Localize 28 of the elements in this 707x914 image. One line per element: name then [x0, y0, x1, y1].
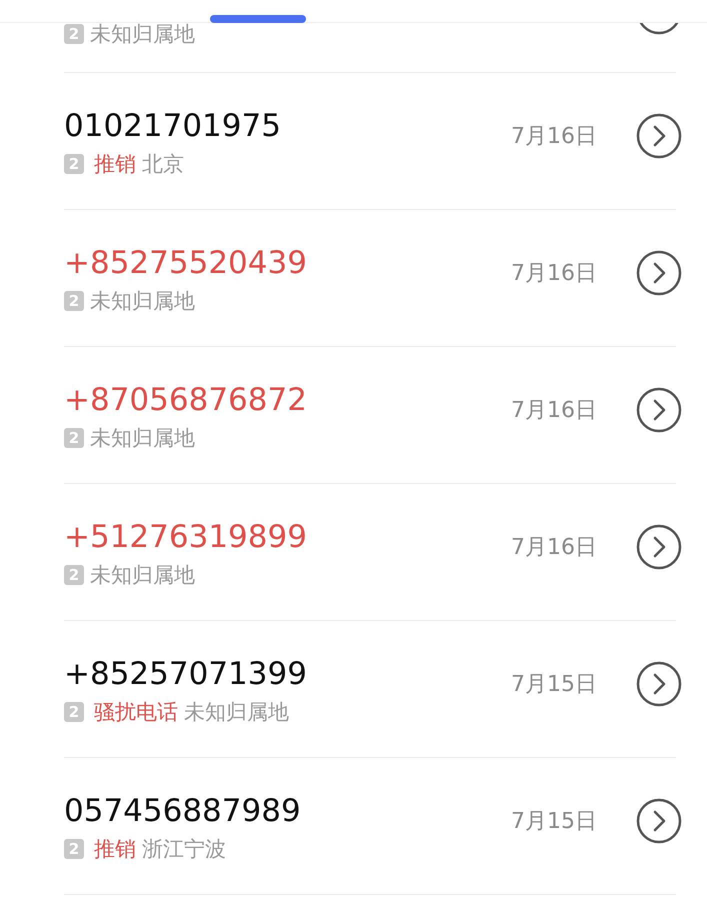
call-tag: 骚扰电话 — [94, 698, 178, 726]
phone-number: 01021701975 — [64, 108, 281, 144]
call-date: 7月16日 — [511, 534, 597, 562]
call-tag: 推销 — [94, 835, 136, 863]
chevron-circle-icon[interactable] — [636, 524, 682, 570]
chevron-circle-icon[interactable] — [636, 798, 682, 844]
phone-number: +51276319899 — [64, 519, 307, 555]
chevron-circle-icon[interactable] — [636, 250, 682, 296]
phone-number: 057456887989 — [64, 793, 301, 829]
call-location: 未知归属地 — [184, 699, 289, 726]
call-location: 浙江宁波 — [142, 836, 226, 863]
call-date: 7月16日 — [511, 397, 597, 425]
phone-number: +87056876872 — [64, 382, 307, 418]
call-location: 未知归属地 — [90, 425, 195, 452]
call-location: 未知归属地 — [90, 21, 195, 48]
chevron-circle-icon[interactable] — [636, 387, 682, 433]
phone-number: +85257071399 — [64, 656, 307, 692]
call-tag: 推销 — [94, 150, 136, 178]
call-location: 北京 — [142, 151, 184, 178]
call-location: 未知归属地 — [90, 562, 195, 589]
call-date: 7月15日 — [511, 671, 597, 699]
call-date: 7月15日 — [511, 808, 597, 836]
call-date: 7月16日 — [511, 123, 597, 151]
chevron-circle-icon[interactable] — [636, 113, 682, 159]
call-location: 未知归属地 — [90, 288, 195, 315]
phone-number: +85275520439 — [64, 245, 307, 281]
chevron-circle-icon[interactable] — [636, 661, 682, 707]
call-date: 7月16日 — [511, 260, 597, 288]
